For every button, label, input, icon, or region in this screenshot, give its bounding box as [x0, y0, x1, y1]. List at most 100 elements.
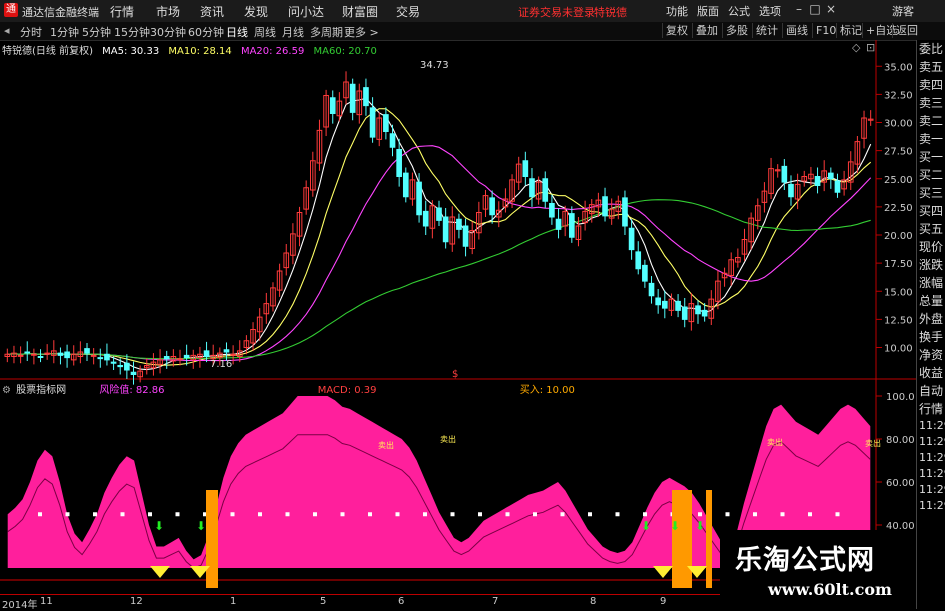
side-panel-item[interactable]: 11:29 — [917, 498, 945, 514]
candle-body[interactable] — [442, 216, 449, 243]
indicator-settings-icon[interactable]: ⚙ — [2, 385, 11, 396]
candle-body[interactable] — [814, 176, 821, 186]
side-panel-item[interactable]: 买四 — [917, 202, 945, 220]
candle-body[interactable] — [396, 149, 402, 177]
candle-body[interactable] — [17, 354, 24, 357]
side-panel-item[interactable]: 涨幅 — [917, 274, 945, 292]
candle-body[interactable] — [31, 353, 37, 356]
candle-body[interactable] — [104, 353, 110, 361]
side-panel-item[interactable]: 买一 — [917, 148, 945, 166]
price-tick-label: 25.00 — [884, 175, 913, 186]
candle-body[interactable] — [642, 264, 648, 282]
candle-body[interactable] — [117, 365, 124, 368]
candle-body[interactable] — [183, 354, 190, 359]
price-tick-label: 20.00 — [884, 231, 913, 242]
side-panel-item[interactable]: 行情 — [917, 400, 945, 418]
candle-body[interactable] — [549, 203, 555, 218]
side-panel-item[interactable]: 涨跌 — [917, 256, 945, 274]
candle-body[interactable] — [110, 361, 117, 364]
candle-body[interactable] — [781, 165, 788, 183]
candle-body[interactable] — [57, 352, 64, 356]
candle-body[interactable] — [44, 352, 50, 355]
side-panel-item[interactable]: 卖三 — [917, 94, 945, 112]
watermark-url: www.60lt.com — [768, 580, 892, 599]
candle-body[interactable] — [834, 180, 841, 193]
candle-body[interactable] — [64, 351, 70, 359]
candle-body[interactable] — [130, 371, 137, 375]
side-panel-item[interactable]: 卖二 — [917, 112, 945, 130]
side-panel-item[interactable]: 买二 — [917, 166, 945, 184]
candle-body[interactable] — [90, 354, 97, 357]
side-panel-item[interactable]: 11:29 — [917, 418, 945, 434]
candle-body[interactable] — [422, 210, 429, 227]
candle-body[interactable] — [628, 227, 635, 251]
side-panel-item[interactable]: 自动 — [917, 382, 945, 400]
candle-body[interactable] — [163, 356, 170, 360]
candle-body[interactable] — [489, 197, 495, 216]
side-panel-item[interactable]: 委比 — [917, 40, 945, 58]
candle-body[interactable] — [462, 225, 469, 247]
candle-body[interactable] — [436, 207, 442, 221]
candle-body[interactable] — [456, 218, 462, 230]
price-tick-label: 12.50 — [884, 315, 913, 326]
candle-body[interactable] — [622, 197, 628, 227]
side-panel-item[interactable]: 11:29 — [917, 466, 945, 482]
side-panel-item[interactable]: 外盘 — [917, 310, 945, 328]
candle-body[interactable] — [648, 282, 655, 297]
candle-body[interactable] — [655, 297, 661, 306]
candle-body[interactable] — [177, 358, 183, 361]
candle-body[interactable] — [389, 133, 396, 148]
side-panel-item[interactable]: 总量 — [917, 292, 945, 310]
candle-body[interactable] — [124, 362, 130, 371]
side-panel-item[interactable]: 11:29 — [917, 482, 945, 498]
candle-body[interactable] — [681, 306, 688, 320]
candle-body[interactable] — [329, 97, 336, 114]
side-panel-item[interactable]: 买三 — [917, 184, 945, 202]
level-dot — [698, 512, 702, 517]
side-panel-item[interactable]: 卖五 — [917, 58, 945, 76]
candle-body[interactable] — [24, 351, 31, 354]
candle-body[interactable] — [349, 83, 356, 113]
candle-body[interactable] — [695, 305, 701, 315]
candle-body[interactable] — [569, 213, 575, 238]
candle-body[interactable] — [529, 178, 535, 198]
candle-body[interactable] — [203, 350, 210, 357]
date-label: 9 — [660, 596, 667, 607]
buy-arrow-icon: ⬇ — [154, 519, 164, 533]
kline-chart[interactable]: 35.00 32.50 30.00 27.50 25.00 22.50 20.00 17.50… — [0, 0, 916, 594]
candle-body[interactable] — [383, 114, 389, 132]
level-dot — [230, 512, 235, 517]
level-dot — [615, 512, 620, 517]
candle-body[interactable] — [555, 218, 562, 230]
candle-body[interactable] — [701, 309, 708, 317]
price-tick-label: 17.50 — [884, 259, 913, 270]
candle-body[interactable] — [84, 348, 90, 354]
candle-body[interactable] — [522, 160, 529, 177]
side-panel-item[interactable]: 净资 — [917, 346, 945, 364]
candle-body[interactable] — [661, 300, 668, 309]
candle-body[interactable] — [675, 300, 681, 311]
candle-body[interactable] — [542, 178, 549, 202]
side-panel-item[interactable]: 买五 — [917, 220, 945, 238]
candle-body[interactable] — [635, 251, 642, 270]
candle-body[interactable] — [97, 357, 104, 360]
side-panel-item[interactable]: 11:29 — [917, 434, 945, 450]
candle-body[interactable] — [230, 353, 236, 356]
candle-body[interactable] — [402, 172, 409, 198]
side-panel-item[interactable]: 卖四 — [917, 76, 945, 94]
candle-body[interactable] — [416, 181, 422, 216]
side-panel-item[interactable]: 收益 — [917, 364, 945, 382]
candle-body[interactable] — [828, 172, 834, 180]
side-panel-item[interactable]: 现价 — [917, 238, 945, 256]
side-panel-item[interactable]: 卖一 — [917, 130, 945, 148]
low-annotation: 7.16 — [210, 359, 232, 370]
candle-body[interactable] — [788, 183, 794, 198]
candle-body[interactable] — [37, 356, 44, 358]
candle-body[interactable] — [602, 196, 608, 217]
buy-signal-bar — [672, 490, 692, 588]
side-panel-item[interactable]: 11:29 — [917, 450, 945, 466]
candle-body[interactable] — [363, 87, 369, 107]
candle-body[interactable] — [223, 349, 230, 353]
side-panel-item[interactable]: 换手 — [917, 328, 945, 346]
candle-body[interactable] — [369, 107, 376, 138]
